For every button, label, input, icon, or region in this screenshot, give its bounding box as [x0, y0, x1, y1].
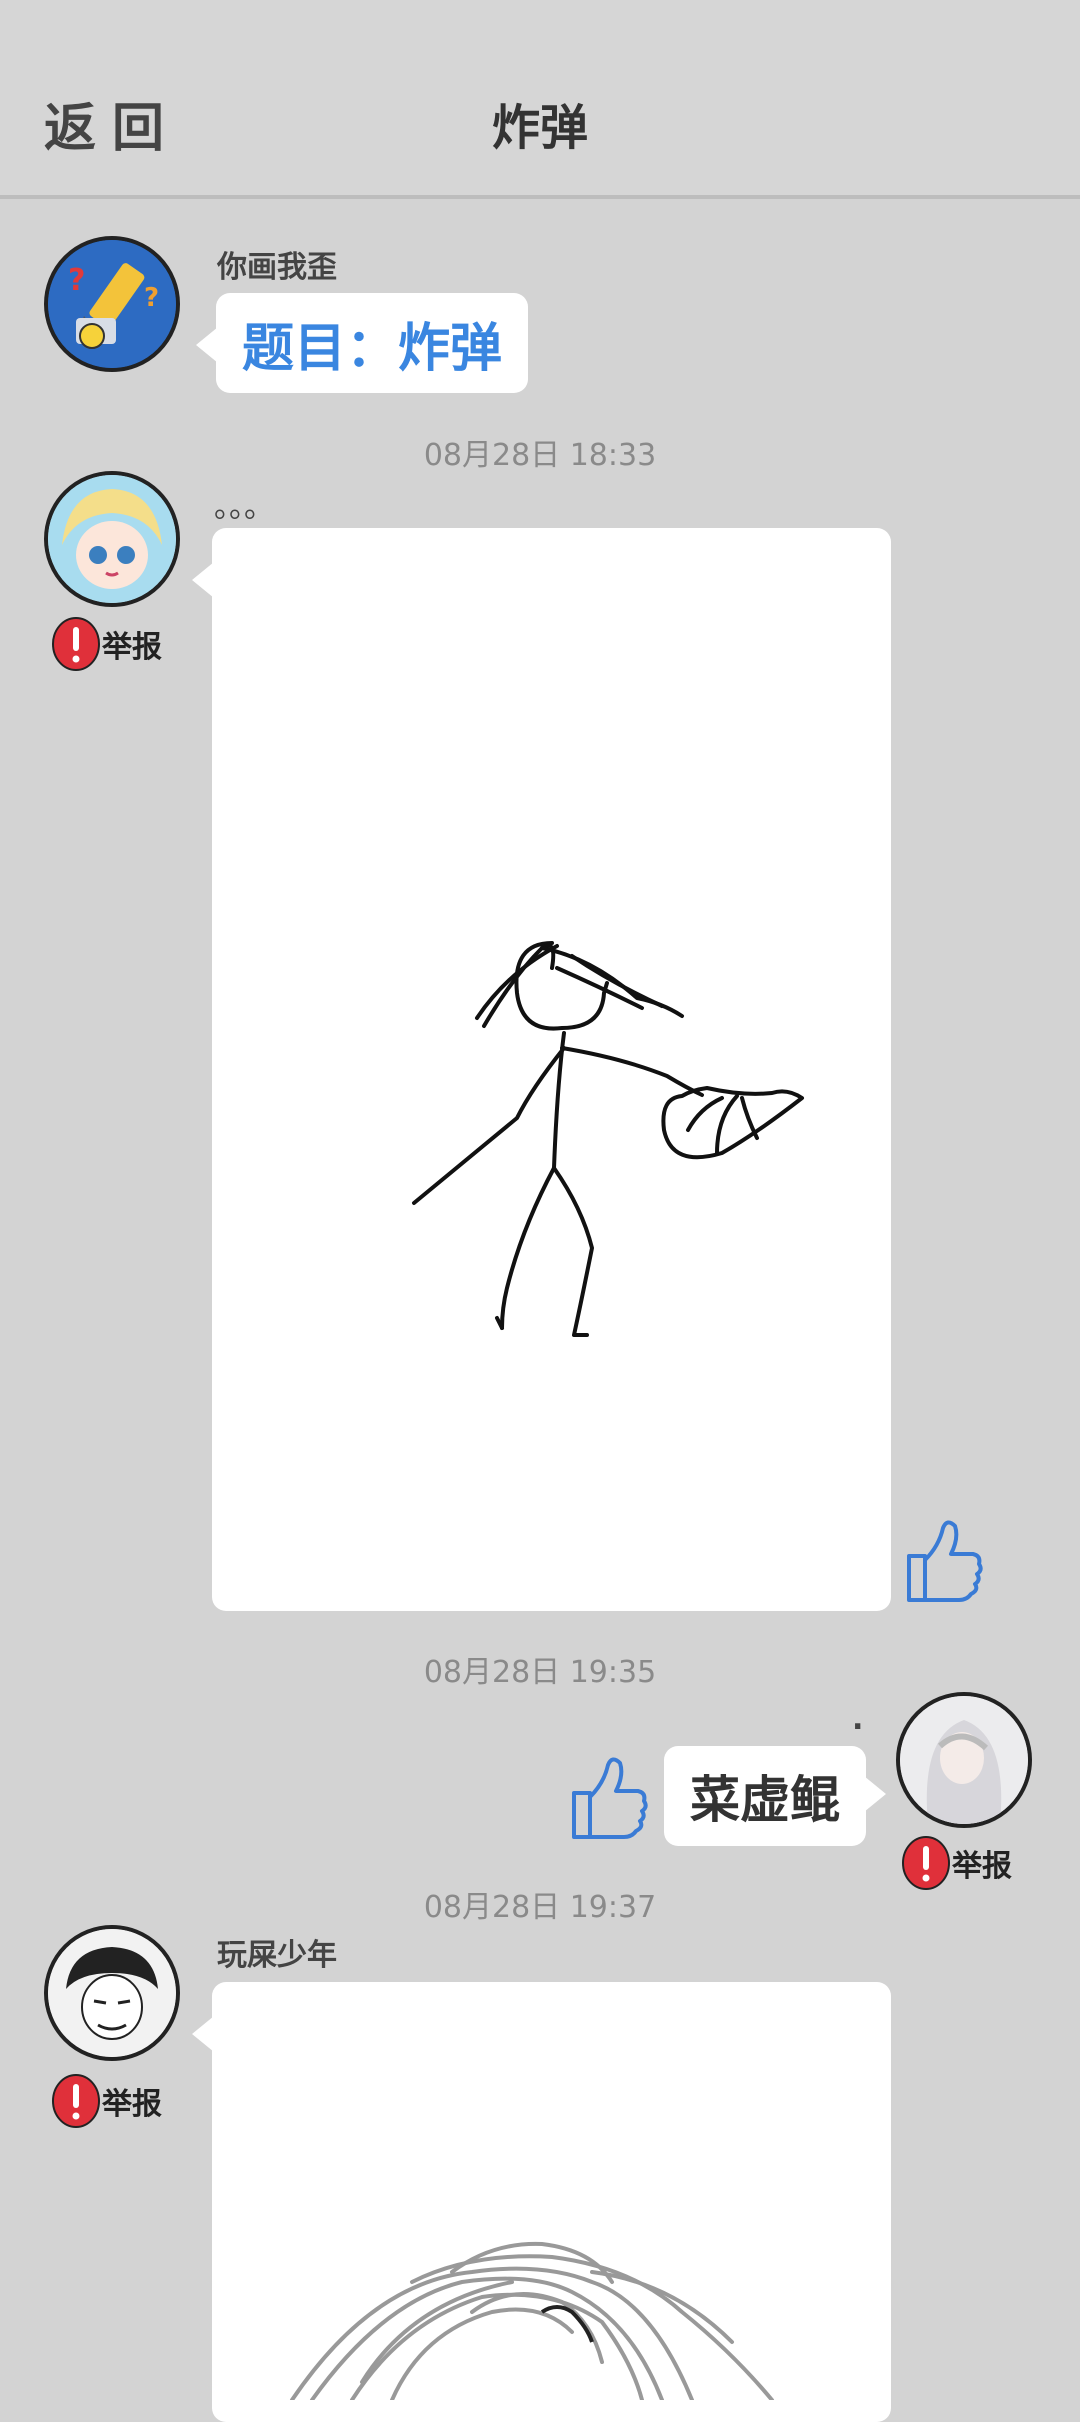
svg-text:?: ? — [144, 283, 159, 313]
report-label: 举报 — [952, 1849, 1012, 1884]
report-button[interactable]: 举报 — [52, 617, 162, 671]
guess-bubble: 菜虚鲲 — [664, 1746, 886, 1846]
drawing-canvas[interactable] — [192, 528, 891, 1611]
scribble-drawing — [290, 2241, 774, 2402]
warning-icon — [52, 2074, 100, 2128]
top-bar: 返回 炸弹 — [0, 0, 1080, 199]
host-name: 你画我歪 — [217, 250, 337, 285]
anime-girl-avatar-icon — [48, 475, 176, 603]
page-title: 炸弹 — [491, 100, 588, 156]
thumbs-up-icon[interactable] — [903, 1516, 983, 1606]
user-avatar[interactable] — [44, 471, 180, 607]
svg-text:?: ? — [68, 263, 85, 298]
drawing-caption: 。。。 — [214, 490, 274, 525]
report-label: 举报 — [102, 630, 162, 665]
guess-name: . — [852, 1702, 864, 1737]
white-hair-avatar-icon — [900, 1696, 1028, 1824]
topic-bubble: 题目：炸弹 — [195, 293, 529, 393]
user-avatar[interactable] — [896, 1692, 1032, 1828]
user-avatar[interactable] — [44, 1925, 180, 2061]
warning-icon — [52, 617, 100, 671]
pencil-logo-icon: ? ? — [48, 240, 176, 368]
report-label: 举报 — [102, 2087, 162, 2122]
thumbs-up-icon[interactable] — [568, 1753, 648, 1843]
drawing-canvas[interactable] — [192, 1982, 891, 2422]
drawer-name: 玩屎少年 — [217, 1938, 337, 1973]
report-button[interactable]: 举报 — [52, 2074, 162, 2128]
host-avatar[interactable]: ? ? — [44, 236, 180, 372]
meme-face-avatar-icon — [48, 1929, 176, 2057]
timestamp: 08月28日 18:33 — [423, 438, 657, 473]
timestamp: 08月28日 19:35 — [423, 1655, 657, 1690]
timestamp: 08月28日 19:37 — [423, 1890, 657, 1925]
stick-figure-drawing — [412, 941, 804, 1337]
